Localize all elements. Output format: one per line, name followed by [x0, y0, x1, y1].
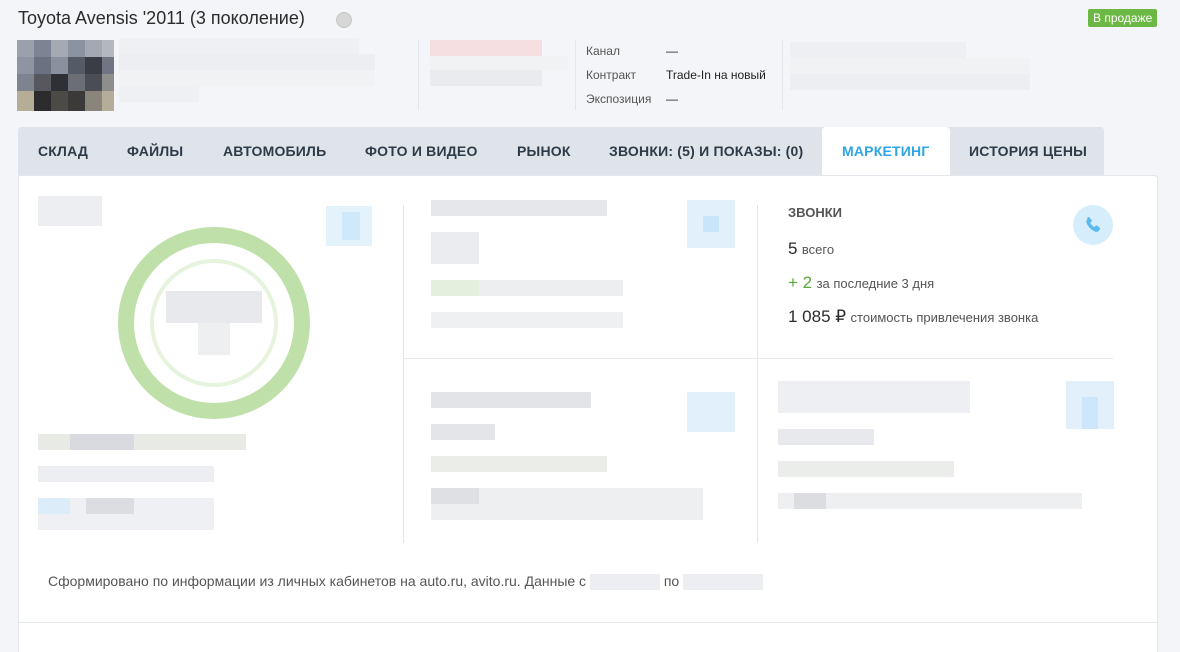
- footer-note: Сформировано по информации из личных каб…: [48, 573, 764, 591]
- tab-price-history[interactable]: ИСТОРИЯ ЦЕНЫ: [969, 127, 1087, 175]
- meta-label-contract: Контракт: [586, 68, 637, 82]
- tab-warehouse[interactable]: СКЛАД: [38, 127, 88, 175]
- redacted-block: [431, 488, 479, 504]
- redacted-block: [778, 461, 954, 477]
- redacted-date-from: [589, 574, 660, 591]
- redacted-price: [430, 40, 542, 56]
- page-title: Toyota Avensis '2011 (3 поколение): [18, 8, 305, 28]
- redacted-block: [778, 381, 970, 413]
- panel-divider: [757, 205, 758, 543]
- redacted-block: [70, 434, 134, 450]
- calls-cost-label: стоимость привлечения звонка: [850, 310, 1039, 325]
- phone-button[interactable]: [1073, 205, 1113, 245]
- redacted-block: [790, 42, 966, 58]
- redacted-icon: [38, 498, 70, 514]
- tab-files[interactable]: ФАЙЛЫ: [127, 127, 183, 175]
- redacted-block: [119, 70, 375, 86]
- panel-bottom-divider: [18, 622, 1158, 623]
- redacted-block: [778, 429, 874, 445]
- calls-total-row: 5 всего: [788, 239, 834, 259]
- redacted-block: [431, 232, 479, 264]
- redacted-value: [198, 323, 230, 355]
- tab-car[interactable]: АВТОМОБИЛЬ: [223, 127, 326, 175]
- phone-icon: [1086, 217, 1101, 232]
- redacted-icon: [687, 392, 735, 432]
- meta-value-contract: Trade-In на новый: [666, 68, 766, 82]
- footer-note-text: Сформировано по информации из личных каб…: [48, 573, 587, 589]
- redacted-block: [119, 54, 375, 70]
- calls-title: ЗВОНКИ: [788, 205, 842, 220]
- footer-note-between: по: [663, 573, 680, 589]
- calls-recent-row: + 2 за последние 3 дня: [788, 273, 934, 293]
- redacted-block: [38, 196, 102, 226]
- calls-total-label: всего: [801, 242, 835, 257]
- redacted-icon: [1082, 397, 1098, 429]
- redacted-value: [166, 291, 262, 323]
- status-badge: В продаже: [1088, 9, 1158, 27]
- calls-recent-value: + 2: [788, 273, 813, 292]
- tab-marketing[interactable]: МАРКЕТИНГ: [822, 127, 950, 175]
- redacted-block: [431, 456, 607, 472]
- panel-divider: [757, 358, 1113, 359]
- redacted-block: [790, 74, 1030, 90]
- redacted-block: [431, 200, 607, 216]
- redacted-block: [119, 38, 359, 54]
- car-thumbnail[interactable]: [17, 40, 114, 111]
- redacted-block: [794, 493, 826, 509]
- redacted-block: [790, 58, 1030, 74]
- meta-label-exposition: Экспозиция: [586, 92, 652, 106]
- redacted-block: [430, 70, 542, 86]
- tab-calls-shows[interactable]: ЗВОНКИ: (5) И ПОКАЗЫ: (0): [609, 127, 803, 175]
- calls-total-value: 5: [788, 239, 798, 258]
- status-dot-icon: [336, 12, 352, 28]
- redacted-icon: [703, 216, 719, 232]
- meta-value-channel: —: [666, 44, 678, 58]
- redacted-block: [431, 312, 623, 328]
- redacted-block: [431, 392, 591, 408]
- header-divider: [575, 40, 576, 110]
- meta-label-channel: Канал: [586, 44, 620, 58]
- redacted-block: [86, 498, 134, 514]
- redacted-block: [431, 280, 479, 296]
- tab-market[interactable]: РЫНОК: [517, 127, 571, 175]
- header-divider: [782, 40, 783, 110]
- header-divider: [418, 40, 419, 110]
- redacted-icon: [342, 212, 360, 240]
- redacted-block: [431, 424, 495, 440]
- calls-cost-value: 1 085 ₽: [788, 307, 847, 326]
- calls-cost-row: 1 085 ₽ стоимость привлечения звонка: [788, 307, 1038, 327]
- tab-photo-video[interactable]: ФОТО И ВИДЕО: [365, 127, 478, 175]
- panel-divider: [403, 205, 404, 543]
- redacted-block: [119, 86, 199, 102]
- redacted-block: [430, 56, 568, 70]
- redacted-block: [38, 466, 214, 482]
- panel-divider: [403, 358, 757, 359]
- calls-recent-label: за последние 3 дня: [816, 276, 935, 291]
- redacted-date-to: [683, 574, 764, 591]
- meta-value-exposition: —: [666, 92, 678, 106]
